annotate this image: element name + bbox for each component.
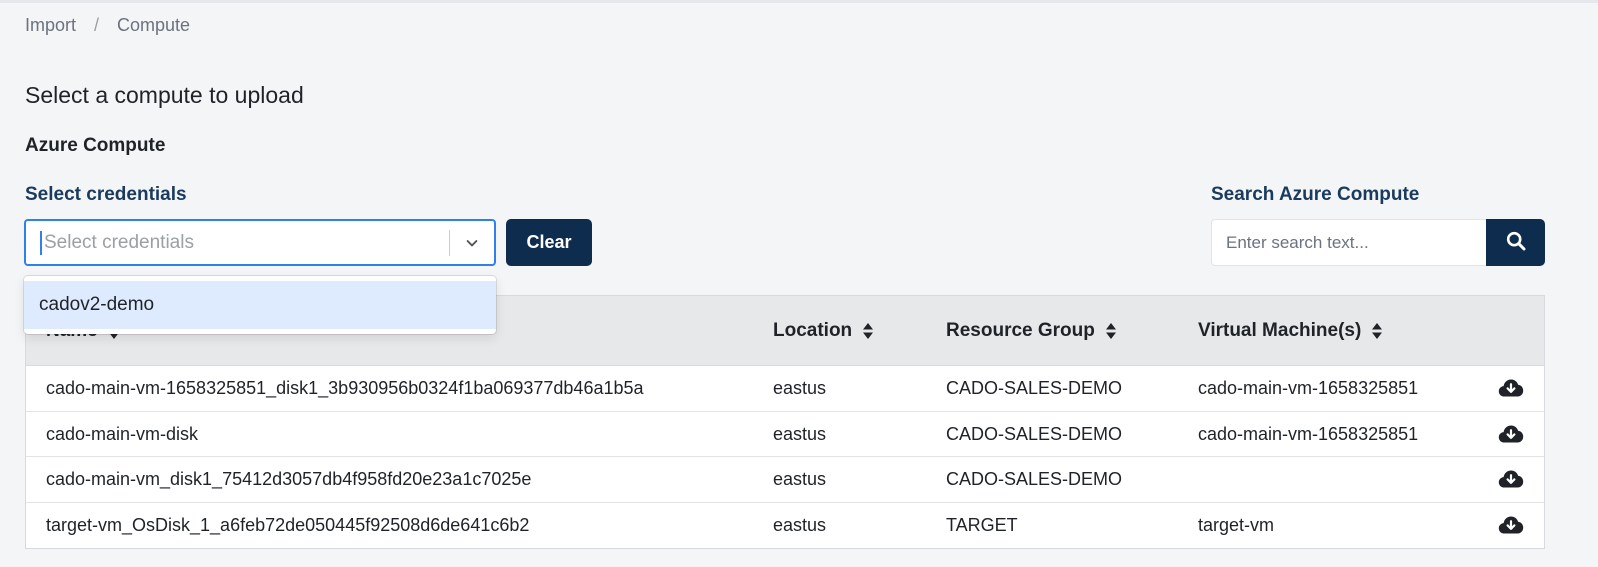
table-row[interactable]: cado-main-vm-disk eastus CADO-SALES-DEMO… [26, 412, 1544, 457]
column-resource-group[interactable]: Resource Group [946, 320, 1117, 342]
cell-resource-group: TARGET [946, 514, 1018, 535]
cell-name: cado-main-vm_disk1_75412d3057db4f958fd20… [46, 469, 532, 489]
credentials-select[interactable]: Select credentials [24, 219, 496, 266]
cell-resource-group: CADO-SALES-DEMO [946, 378, 1123, 398]
cell-location: eastus [773, 423, 827, 444]
breadcrumb-import[interactable]: Import [25, 15, 76, 36]
cloud-download-icon[interactable] [1498, 468, 1524, 490]
cell-resource-group: CADO-SALES-DEMO [946, 423, 1123, 444]
column-virtual-machines[interactable]: Virtual Machine(s) [1198, 320, 1383, 342]
sort-icon [862, 322, 874, 340]
section-title: Azure Compute [25, 135, 166, 156]
search-button[interactable] [1486, 219, 1545, 266]
cell-location: eastus [773, 469, 827, 489]
search-label: Search Azure Compute [1211, 184, 1420, 205]
cell-vm: cado-main-vm-1658325851 [1198, 423, 1419, 444]
table-row[interactable]: target-vm_OsDisk_1_a6feb72de050445f92508… [26, 503, 1544, 549]
breadcrumb-separator: / [94, 15, 100, 35]
page-title: Select a compute to upload [25, 82, 304, 108]
breadcrumb: Import / Compute [25, 15, 190, 36]
chevron-down-icon[interactable] [450, 221, 494, 264]
cell-name: cado-main-vm-disk [46, 423, 199, 444]
text-cursor [40, 230, 42, 255]
cell-location: eastus [773, 514, 827, 535]
top-border [0, 0, 1598, 3]
search-icon [1506, 231, 1526, 254]
cell-vm: cado-main-vm-1658325851 [1198, 378, 1419, 398]
cell-resource-group: CADO-SALES-DEMO [946, 469, 1123, 489]
cell-name: target-vm_OsDisk_1_a6feb72de050445f92508… [46, 514, 530, 535]
table-row[interactable]: cado-main-vm_disk1_75412d3057db4f958fd20… [26, 457, 1544, 503]
credentials-dropdown-menu: cadov2-demo [24, 276, 496, 334]
cloud-download-icon[interactable] [1498, 377, 1524, 399]
breadcrumb-compute: Compute [117, 15, 191, 35]
sort-icon [1105, 322, 1117, 340]
table-row[interactable]: cado-main-vm-1658325851_disk1_3b930956b0… [26, 366, 1544, 412]
clear-button[interactable]: Clear [506, 219, 592, 266]
column-location[interactable]: Location [773, 320, 874, 342]
cloud-download-icon[interactable] [1498, 423, 1524, 445]
search-input[interactable] [1211, 219, 1487, 266]
credentials-placeholder: Select credentials [44, 231, 194, 253]
cell-vm: target-vm [1198, 514, 1275, 535]
cell-name: cado-main-vm-1658325851_disk1_3b930956b0… [46, 378, 644, 398]
sort-icon [1371, 322, 1383, 340]
cell-location: eastus [773, 378, 827, 398]
credentials-label: Select credentials [25, 184, 187, 205]
dropdown-option[interactable]: cadov2-demo [24, 281, 496, 329]
cloud-download-icon[interactable] [1498, 514, 1524, 536]
